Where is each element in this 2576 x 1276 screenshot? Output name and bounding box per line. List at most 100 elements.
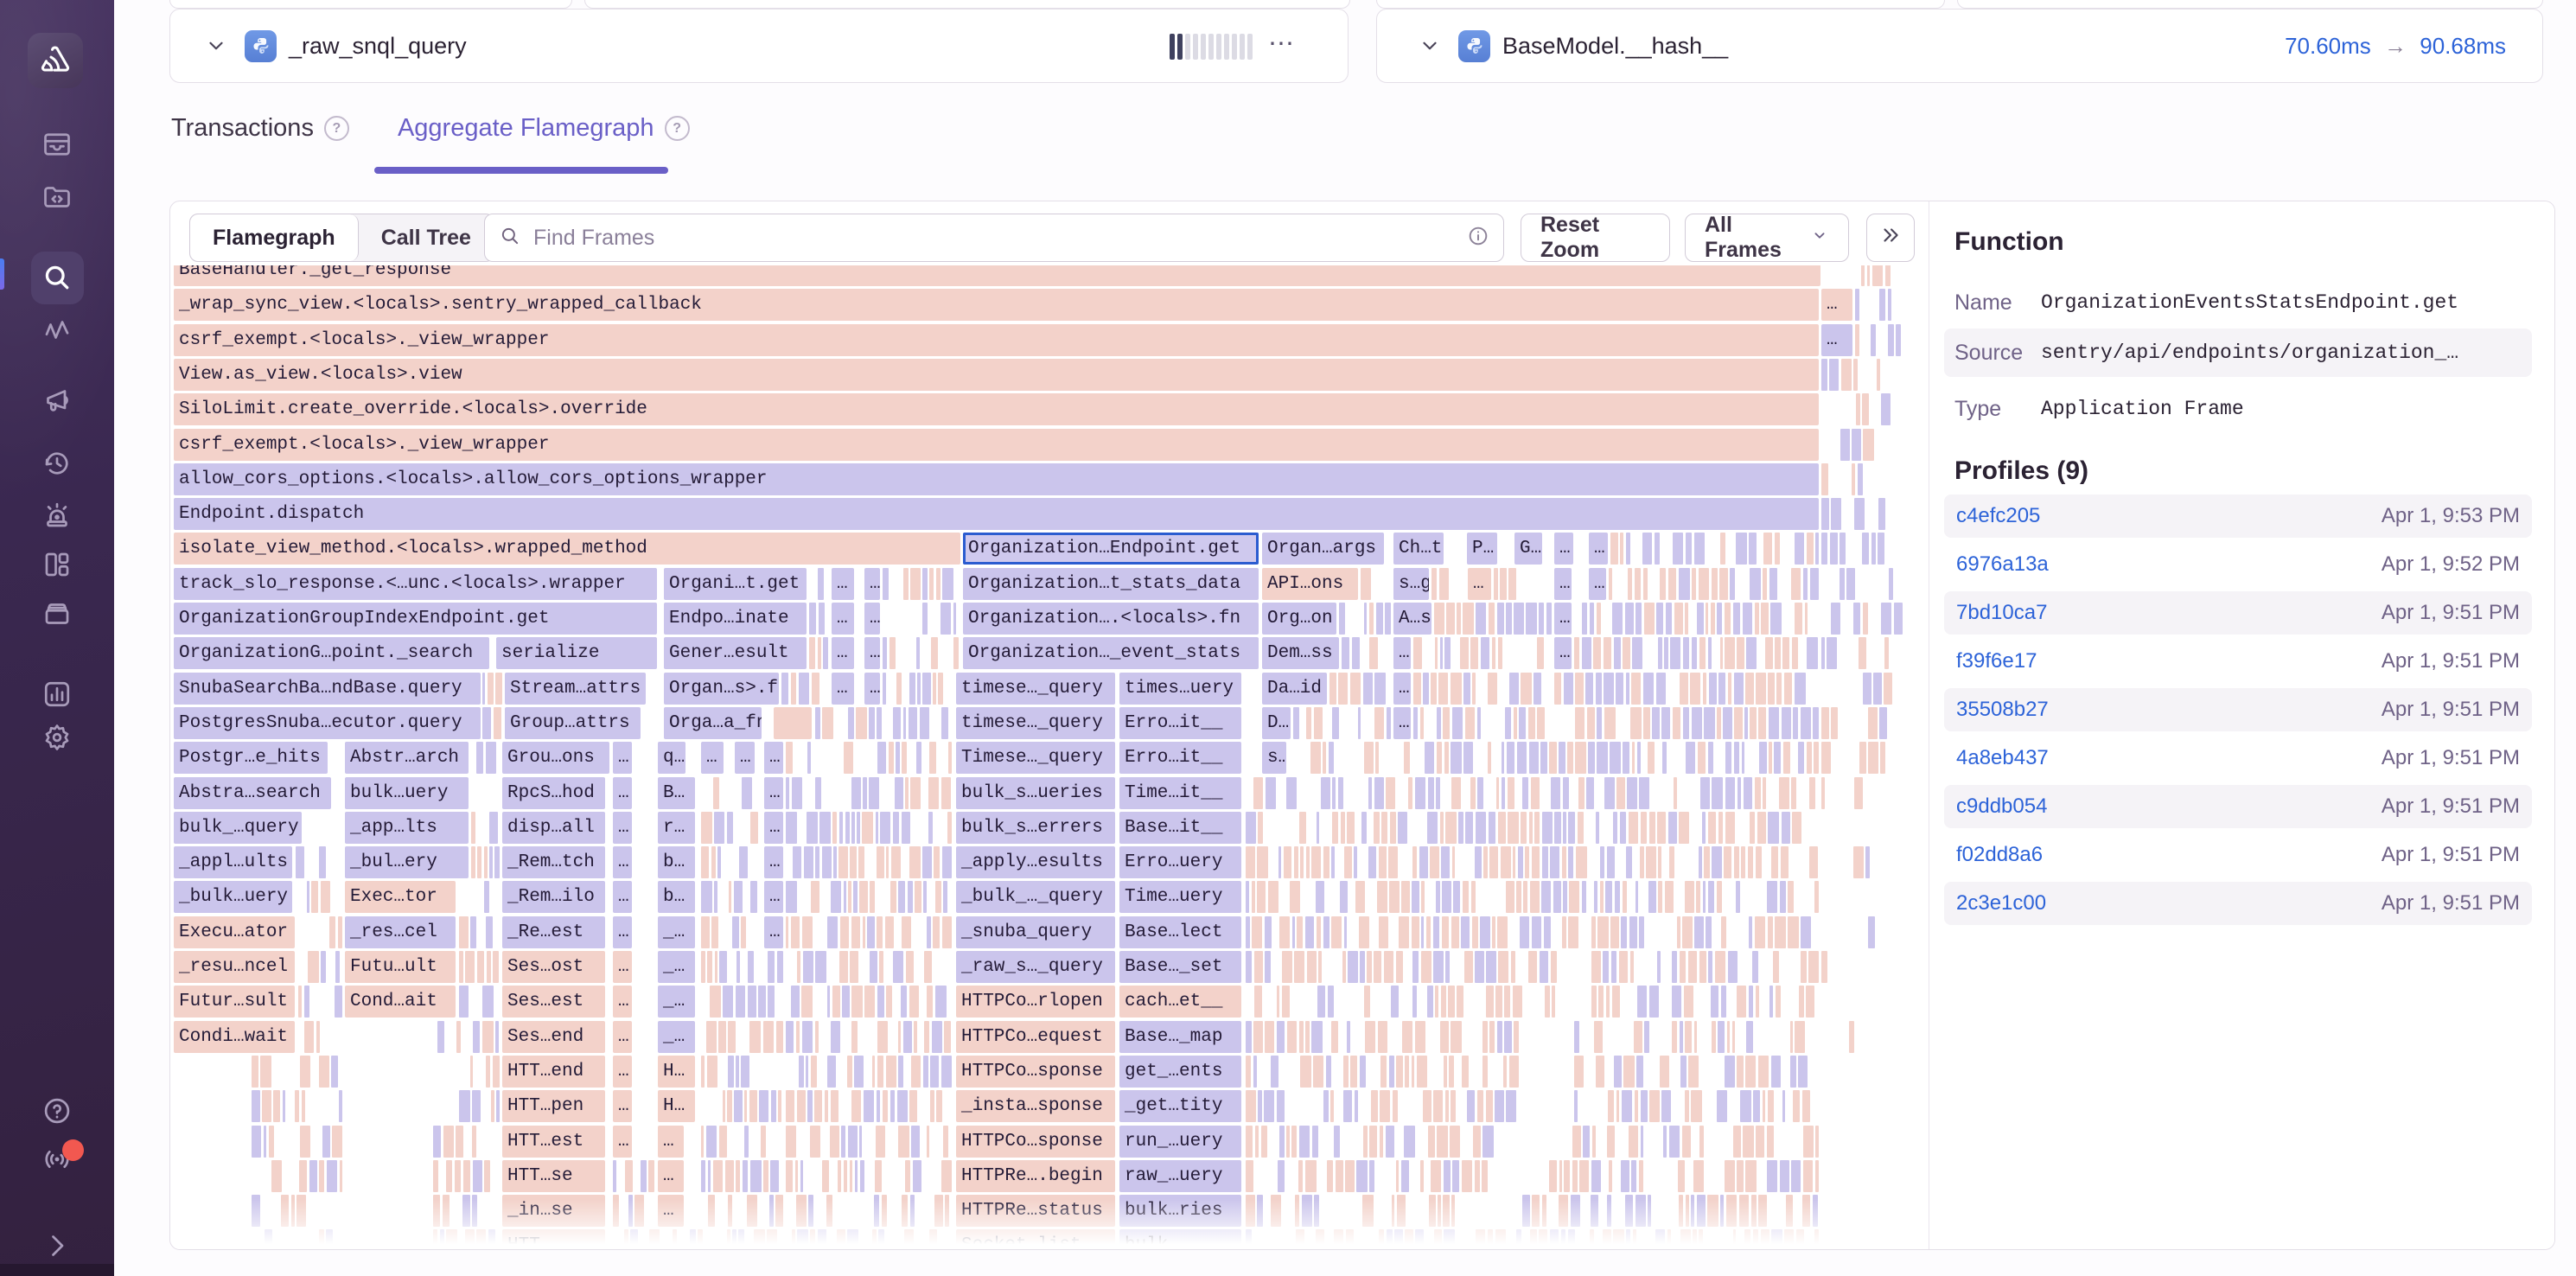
- flame-frame-sliver[interactable]: [1774, 742, 1781, 774]
- flame-frame[interactable]: …: [832, 637, 854, 669]
- flame-frame-sliver[interactable]: [1380, 1056, 1387, 1088]
- flame-frame-sliver[interactable]: [1504, 1021, 1511, 1053]
- flame-frame-sliver[interactable]: [719, 951, 727, 983]
- flame-frame-sliver[interactable]: [1517, 742, 1527, 774]
- flame-frame-sliver[interactable]: [1736, 533, 1746, 565]
- flame-frame[interactable]: _bulk_…_query: [956, 881, 1115, 913]
- flame-frame-sliver[interactable]: [1462, 1160, 1472, 1192]
- flame-frame-sliver[interactable]: [1266, 777, 1276, 809]
- profile-link[interactable]: 7bd10ca7: [1956, 601, 2047, 625]
- flame-frame-sliver[interactable]: [335, 986, 342, 1018]
- flame-frame-sliver[interactable]: [1737, 1160, 1743, 1192]
- flame-frame-sliver[interactable]: [1423, 1090, 1431, 1122]
- flame-frame-sliver[interactable]: [1727, 1021, 1730, 1053]
- flame-frame-sliver[interactable]: [927, 1126, 929, 1158]
- flame-frame-sliver[interactable]: [1619, 951, 1628, 983]
- flame-frame-sliver[interactable]: [1715, 951, 1725, 983]
- flame-frame-sliver[interactable]: [1694, 916, 1703, 948]
- flame-frame-sliver[interactable]: [1523, 881, 1527, 913]
- flame-frame-sliver[interactable]: [1287, 1021, 1298, 1053]
- flame-frame-sliver[interactable]: [486, 742, 496, 774]
- flame-frame-sliver[interactable]: [1854, 777, 1863, 809]
- flame-frame-sliver[interactable]: [905, 777, 909, 809]
- flame-frame[interactable]: …: [613, 812, 632, 844]
- flame-frame-sliver[interactable]: [472, 1126, 476, 1158]
- flame-frame-sliver[interactable]: [1294, 951, 1304, 983]
- flame-frame-sliver[interactable]: [1827, 637, 1837, 669]
- flame-frame-sliver[interactable]: [880, 812, 890, 844]
- flame-frame[interactable]: …: [832, 673, 854, 705]
- flame-frame-sliver[interactable]: [1733, 1126, 1741, 1158]
- flame-frame-sliver[interactable]: [1323, 742, 1326, 774]
- flame-frame-sliver[interactable]: [879, 951, 883, 983]
- flame-frame-sliver[interactable]: [1610, 533, 1618, 565]
- flame-frame-sliver[interactable]: [1444, 637, 1451, 669]
- flame-frame-sliver[interactable]: [1371, 1090, 1377, 1122]
- flame-frame-sliver[interactable]: [1293, 707, 1299, 739]
- profile-link[interactable]: 6976a13a: [1956, 552, 2049, 577]
- flame-frame-sliver[interactable]: [1423, 673, 1429, 705]
- flame-frame-sliver[interactable]: [1252, 881, 1255, 913]
- sidebar-item-stats[interactable]: [41, 678, 73, 711]
- flame-frame-sliver[interactable]: [1854, 498, 1865, 530]
- flame-frame-sliver[interactable]: [1807, 742, 1812, 774]
- sidebar-item-releases[interactable]: [41, 597, 73, 630]
- flame-frame-sliver[interactable]: [1810, 568, 1819, 600]
- flame-frame-sliver[interactable]: [1711, 603, 1715, 635]
- flame-frame-sliver[interactable]: [1776, 673, 1782, 705]
- flame-frame-sliver[interactable]: [1430, 846, 1439, 878]
- flame-frame-sliver[interactable]: [1563, 777, 1569, 809]
- flame-frame-sliver[interactable]: [1415, 1021, 1425, 1053]
- flame-frame-sliver[interactable]: [1458, 812, 1463, 844]
- flame-frame-sliver[interactable]: [307, 881, 309, 913]
- flame-frame-sliver[interactable]: [815, 846, 819, 878]
- flame-frame-sliver[interactable]: [482, 986, 494, 1018]
- flame-frame-sliver[interactable]: [1649, 986, 1659, 1018]
- flame-frame-sliver[interactable]: [1363, 1126, 1368, 1158]
- flame-frame-sliver[interactable]: [625, 1160, 633, 1192]
- flame-frame-sliver[interactable]: [1300, 846, 1304, 878]
- flame-frame-sliver[interactable]: [1428, 777, 1434, 809]
- flame-frame-sliver[interactable]: [1433, 916, 1440, 948]
- flame-frame-sliver[interactable]: [786, 777, 789, 809]
- flame-frame-sliver[interactable]: [1545, 986, 1549, 1018]
- flame-frame-sliver[interactable]: [1862, 393, 1869, 425]
- flame-frame-sliver[interactable]: [1801, 707, 1811, 739]
- flame-frame-sliver[interactable]: [1299, 812, 1306, 844]
- flame-frame-sliver[interactable]: [491, 1090, 494, 1122]
- flame-frame-sliver[interactable]: [1378, 1021, 1387, 1053]
- flame-frame-sliver[interactable]: [898, 1056, 903, 1088]
- flame-frame-sliver[interactable]: [877, 1090, 880, 1122]
- flame-frame[interactable]: …: [613, 1056, 632, 1088]
- flame-frame[interactable]: …: [1393, 707, 1411, 739]
- flame-frame-sliver[interactable]: [1563, 812, 1565, 844]
- flame-frame-sliver[interactable]: [1831, 603, 1840, 635]
- flame-frame-sliver[interactable]: [1881, 393, 1891, 425]
- flame-frame[interactable]: OrganizationG…point._search: [174, 637, 489, 669]
- flame-frame[interactable]: HTTPCo…equest: [956, 1021, 1115, 1053]
- flame-frame-sliver[interactable]: [1381, 812, 1387, 844]
- flame-frame-sliver[interactable]: [1767, 1160, 1777, 1192]
- flame-frame-sliver[interactable]: [1614, 637, 1621, 669]
- tab-transactions[interactable]: Transactions ?: [171, 114, 349, 143]
- flame-frame[interactable]: bulk_s…ueries: [956, 777, 1115, 809]
- flame-frame-sliver[interactable]: [867, 916, 875, 948]
- flame-frame-sliver[interactable]: [1332, 707, 1339, 739]
- flame-frame[interactable]: Futur…sult: [174, 986, 295, 1018]
- flame-frame-sliver[interactable]: [942, 568, 953, 600]
- flame-frame-sliver[interactable]: [711, 846, 716, 878]
- flame-frame-sliver[interactable]: [850, 1160, 852, 1192]
- flame-frame[interactable]: b…: [658, 881, 695, 913]
- flame-frame-sliver[interactable]: [1692, 707, 1702, 739]
- flame-frame-sliver[interactable]: [1863, 429, 1874, 461]
- flame-frame[interactable]: RpcS…hod: [502, 777, 605, 809]
- flame-frame-sliver[interactable]: [1467, 1090, 1476, 1122]
- flame-frame-sliver[interactable]: [1717, 707, 1721, 739]
- flame-frame[interactable]: …: [735, 742, 755, 774]
- flame-frame-sliver[interactable]: [1271, 1056, 1278, 1088]
- flame-frame-sliver[interactable]: [1506, 603, 1512, 635]
- flame-frame-sliver[interactable]: [1457, 986, 1463, 1018]
- flame-frame-sliver[interactable]: [1360, 1056, 1366, 1088]
- flame-frame-sliver[interactable]: [1551, 777, 1561, 809]
- flame-frame-sliver[interactable]: [902, 916, 912, 948]
